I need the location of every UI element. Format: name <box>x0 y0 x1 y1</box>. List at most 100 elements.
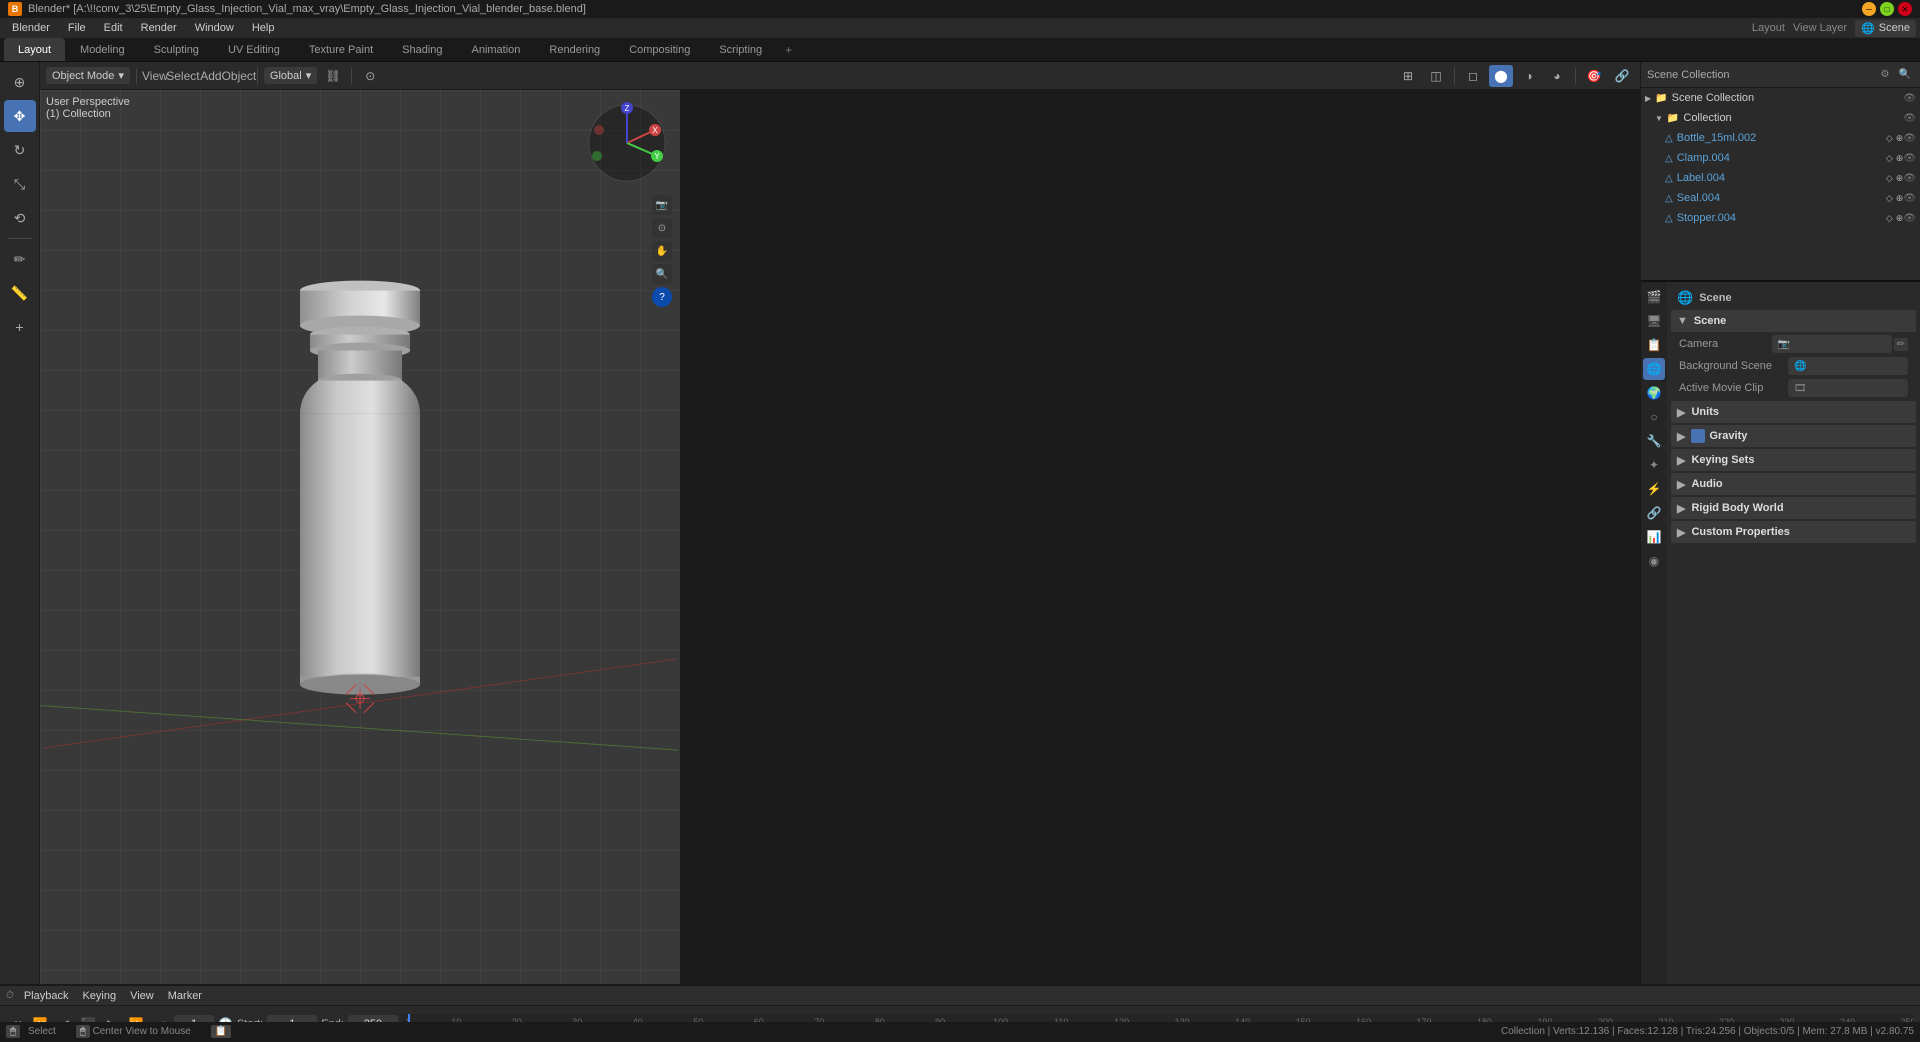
close-button[interactable]: ✕ <box>1898 2 1912 16</box>
menu-window[interactable]: Window <box>187 20 242 36</box>
tab-modeling[interactable]: Modeling <box>66 38 139 61</box>
rotate-tool[interactable]: ↻ <box>4 134 36 166</box>
focus-btn[interactable]: ⊙ <box>652 218 672 238</box>
outliner-search-btn[interactable]: 🔍 <box>1896 66 1914 84</box>
camera-view-btn[interactable]: 📷 <box>652 195 672 215</box>
camera-picker[interactable]: 📷 <box>1772 335 1892 353</box>
custom-props-toggle[interactable]: ▶ Custom Properties <box>1671 521 1916 543</box>
outliner-label-obj[interactable]: △ Label.004 ◇ ⊕ 👁 <box>1641 168 1920 188</box>
physics-tab[interactable]: ⚡ <box>1643 478 1665 500</box>
keying-sets-toggle[interactable]: ▶ Keying Sets <box>1671 449 1916 471</box>
tab-texture-paint[interactable]: Texture Paint <box>295 38 387 61</box>
measure-tool[interactable]: 📏 <box>4 277 36 309</box>
menu-help[interactable]: Help <box>244 20 283 36</box>
units-section-toggle[interactable]: ▶ Units <box>1671 401 1916 423</box>
tab-layout[interactable]: Layout <box>4 38 65 61</box>
view-menu-tl[interactable]: View <box>126 990 158 1002</box>
menu-file[interactable]: File <box>60 20 94 36</box>
view-layer-properties-tab[interactable]: 📋 <box>1643 334 1665 356</box>
outliner-stopper[interactable]: △ Stopper.004 ◇ ⊕ 👁 <box>1641 208 1920 228</box>
tab-scripting[interactable]: Scripting <box>705 38 776 61</box>
stopper-visibility[interactable]: 👁 <box>1903 213 1916 224</box>
bottle-visibility[interactable]: 👁 <box>1903 133 1916 144</box>
snap-btn[interactable]: 🔗 <box>1610 65 1634 87</box>
menu-render[interactable]: Render <box>133 20 185 36</box>
data-tab[interactable]: 📊 <box>1643 526 1665 548</box>
toolbar-add[interactable]: + <box>4 311 36 343</box>
transform-lock-btn[interactable]: ⛓ <box>321 65 345 87</box>
cursor-tool[interactable]: ⊕ <box>4 66 36 98</box>
keying-sets-title: Keying Sets <box>1691 454 1754 466</box>
material-tab[interactable]: ◉ <box>1643 550 1665 572</box>
maximize-button[interactable]: □ <box>1880 2 1894 16</box>
menu-blender[interactable]: Blender <box>4 20 58 36</box>
transform-tool[interactable]: ⟲ <box>4 202 36 234</box>
proportional-edit-btn[interactable]: ⊙ <box>358 65 382 87</box>
zoom-btn[interactable]: 🔍 <box>652 264 672 284</box>
tab-compositing[interactable]: Compositing <box>615 38 704 61</box>
view-menu-btn[interactable]: View <box>143 65 167 87</box>
menu-edit[interactable]: Edit <box>96 20 131 36</box>
keying-sets-section: ▶ Keying Sets <box>1671 449 1916 471</box>
constraints-tab[interactable]: 🔗 <box>1643 502 1665 524</box>
global-transform-dropdown[interactable]: Global ▾ <box>264 67 317 84</box>
particles-tab[interactable]: ✦ <box>1643 454 1665 476</box>
world-properties-tab[interactable]: 🌍 <box>1643 382 1665 404</box>
outliner-filter-btn[interactable]: ⚙ <box>1876 66 1894 84</box>
playback-menu[interactable]: Playback <box>20 990 73 1002</box>
gravity-checkbox[interactable] <box>1691 429 1705 443</box>
tab-uv-editing[interactable]: UV Editing <box>214 38 294 61</box>
axis-gizmo: X Y Z <box>582 98 672 188</box>
scale-tool[interactable]: ⤡ <box>4 168 36 200</box>
outliner-seal[interactable]: △ Seal.004 ◇ ⊕ 👁 <box>1641 188 1920 208</box>
annotate-tool[interactable]: ✏ <box>4 243 36 275</box>
rigid-body-world-section: ▶ Rigid Body World <box>1671 497 1916 519</box>
camera-edit-btn[interactable]: ✏ <box>1894 338 1908 351</box>
outliner-bottle[interactable]: △ Bottle_15ml.002 ◇ ⊕ 👁 <box>1641 128 1920 148</box>
outliner-clamp[interactable]: △ Clamp.004 ◇ ⊕ 👁 <box>1641 148 1920 168</box>
overlay-btn[interactable]: ⊞ <box>1396 65 1420 87</box>
move-tool[interactable]: ✥ <box>4 100 36 132</box>
keying-menu[interactable]: Keying <box>78 990 120 1002</box>
tab-sculpting[interactable]: Sculpting <box>140 38 213 61</box>
help-btn[interactable]: ? <box>652 287 672 307</box>
label-visibility[interactable]: 👁 <box>1903 173 1916 184</box>
clamp-visibility[interactable]: 👁 <box>1903 153 1916 164</box>
scene-properties-tab[interactable]: 🌐 <box>1643 358 1665 380</box>
marker-menu[interactable]: Marker <box>164 990 206 1002</box>
render-properties-tab[interactable]: 🎬 <box>1643 286 1665 308</box>
3d-viewport[interactable]: User Perspective (1) Collection X Y Z 📷 … <box>40 90 680 984</box>
pan-btn[interactable]: ✋ <box>652 241 672 261</box>
add-workspace-button[interactable]: + <box>777 38 800 61</box>
scene-selector[interactable]: 🌐 Scene <box>1855 20 1916 37</box>
background-scene-picker[interactable]: 🌐 <box>1788 357 1908 375</box>
audio-section-toggle[interactable]: ▶ Audio <box>1671 473 1916 495</box>
solid-shading[interactable]: ⬤ <box>1489 65 1513 87</box>
modifier-properties-tab[interactable]: 🔧 <box>1643 430 1665 452</box>
seal-visibility[interactable]: 👁 <box>1903 193 1916 204</box>
outliner-scene-collection[interactable]: ▶ 📁 Scene Collection 👁 <box>1641 88 1920 108</box>
output-properties-tab[interactable]: 🖥 <box>1643 310 1665 332</box>
select-menu-btn[interactable]: Select <box>171 65 195 87</box>
visibility-icon[interactable]: 👁 <box>1903 93 1916 104</box>
tab-animation[interactable]: Animation <box>458 38 535 61</box>
scene-section-toggle[interactable]: ▼ Scene <box>1671 310 1916 332</box>
rigid-body-expand: ▶ <box>1677 502 1685 515</box>
add-menu-btn[interactable]: Add <box>199 65 223 87</box>
gravity-section-toggle[interactable]: ▶ Gravity <box>1671 425 1916 447</box>
outliner-collection[interactable]: ▼ 📁 Collection 👁 <box>1641 108 1920 128</box>
object-properties-tab[interactable]: ○ <box>1643 406 1665 428</box>
active-movie-clip-picker[interactable]: 🎞 <box>1788 379 1908 397</box>
tab-rendering[interactable]: Rendering <box>535 38 614 61</box>
tab-shading[interactable]: Shading <box>388 38 456 61</box>
wireframe-shading[interactable]: ◻ <box>1461 65 1485 87</box>
gizmos-btn[interactable]: 🎯 <box>1582 65 1606 87</box>
xray-btn[interactable]: ◫ <box>1424 65 1448 87</box>
rigid-body-world-toggle[interactable]: ▶ Rigid Body World <box>1671 497 1916 519</box>
object-menu-btn[interactable]: Object <box>227 65 251 87</box>
render-shading[interactable]: ◕ <box>1545 65 1569 87</box>
minimize-button[interactable]: ─ <box>1862 2 1876 16</box>
collection-visibility[interactable]: 👁 <box>1903 113 1916 124</box>
object-mode-dropdown[interactable]: Object Mode ▾ <box>46 67 130 84</box>
lookdev-shading[interactable]: ◑ <box>1517 65 1541 87</box>
